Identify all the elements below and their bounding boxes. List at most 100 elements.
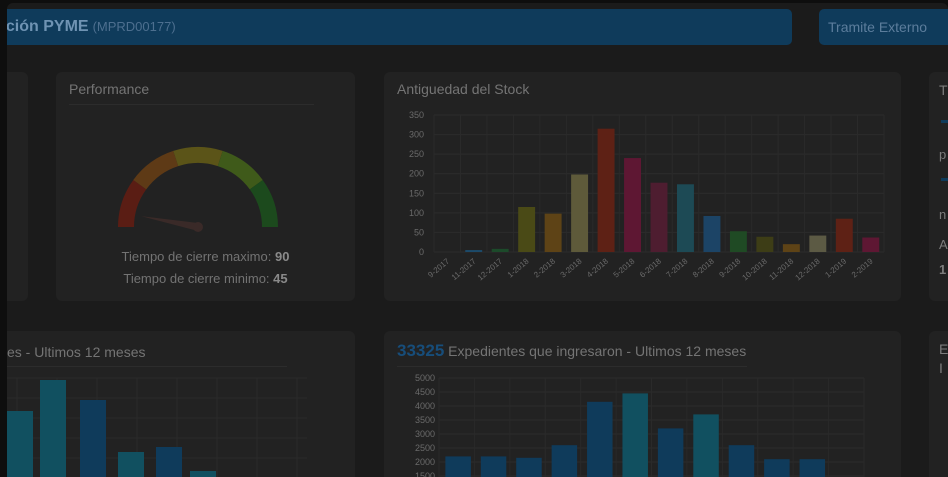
bar-10-2018 — [756, 236, 774, 252]
bar-9 — [728, 445, 755, 477]
header-bar: ación PYME(MPRD00177) — [7, 9, 792, 45]
x-tick-label: 1-2018 — [506, 256, 531, 279]
y-tick-label: 4000 — [415, 401, 435, 411]
bottom-left-bar — [80, 400, 106, 477]
x-tick-label: 9-2018 — [717, 256, 742, 279]
bar-1 — [445, 456, 471, 477]
x-tick-label: 6-2018 — [638, 256, 663, 279]
tramite-externo-button[interactable]: Tramite Externo — [819, 9, 948, 45]
x-tick-label: 1-2019 — [823, 256, 848, 279]
gauge-segment — [133, 150, 179, 190]
gauge-segment — [249, 179, 278, 227]
x-tick-label: 2-2019 — [850, 256, 875, 279]
bar-2-2019 — [862, 237, 880, 252]
x-tick-label: 12-2018 — [793, 256, 822, 282]
x-tick-label: 8-2018 — [691, 256, 716, 279]
y-tick-label: 0 — [419, 247, 424, 257]
x-tick-label: 3-2018 — [559, 256, 584, 279]
bar-4 — [551, 445, 578, 477]
y-tick-label: 1500 — [415, 471, 435, 477]
max-close-time: Tiempo de cierre maximo: 90 — [56, 249, 355, 264]
bar-4-2018 — [597, 128, 615, 252]
y-tick-label: 150 — [409, 188, 424, 198]
bottom-right-partial-card: E I — [929, 331, 948, 477]
bar-8 — [693, 414, 719, 477]
page-code: (MPRD00177) — [92, 19, 176, 34]
page-title: ación PYME(MPRD00177) — [7, 18, 176, 36]
bottom-left-card: es - Ultimos 12 meses — [7, 331, 355, 477]
y-tick-label: 300 — [409, 130, 424, 140]
performance-card: Performance Tiempo de cierre maximo: 90 … — [56, 72, 355, 301]
bar-11 — [799, 459, 826, 477]
x-tick-label: 4-2018 — [585, 256, 610, 279]
y-tick-label: 200 — [409, 169, 424, 179]
y-tick-label: 100 — [409, 208, 424, 218]
page-title-text: ación PYME — [7, 18, 89, 35]
bar-8-2018 — [703, 215, 721, 252]
gauge-segment — [173, 147, 223, 167]
right-card-text-2: n — [939, 207, 947, 222]
bottom-right-text-2: I — [939, 360, 943, 376]
y-tick-label: 4500 — [415, 387, 435, 397]
gauge-needle — [141, 216, 198, 231]
y-tick-label: 250 — [409, 149, 424, 159]
bottom-mid-chart: 1500 2000 2500 3000 3500 4000 4500 5000 — [415, 373, 865, 477]
bar-7-2018 — [677, 184, 694, 252]
bar-5-2018 — [624, 158, 641, 252]
x-tick-label: 7-2018 — [665, 256, 690, 279]
bottom-left-bar — [190, 471, 216, 477]
x-tick-label: 5-2018 — [612, 256, 637, 279]
performance-gauge — [118, 147, 278, 232]
min-close-time: Tiempo de cierre minimo: 45 — [56, 271, 355, 286]
x-tick-label: 9-2017 — [426, 256, 451, 279]
max-close-label: Tiempo de cierre maximo: — [121, 249, 272, 264]
bar-7 — [657, 428, 684, 477]
bar-2 — [480, 456, 507, 477]
right-card-accent-2 — [941, 178, 948, 181]
bar-1-2019 — [835, 218, 853, 252]
bar-3-2018 — [571, 174, 589, 252]
y-tick-label: 3500 — [415, 415, 435, 425]
stock-card: Antiguedad del Stock 0 50 100 150 200 250 300 3… — [384, 72, 901, 301]
x-tick-label: 11-2017 — [450, 256, 478, 282]
bar-5 — [587, 401, 613, 477]
bottom-right-text-1: E — [939, 341, 948, 357]
bar-2-2018 — [544, 213, 562, 252]
right-card-text-3: A — [939, 237, 948, 252]
right-partial-card: T p n A 1 — [929, 72, 948, 301]
bar-12-2017 — [491, 248, 509, 252]
bar-6 — [622, 393, 648, 477]
x-tick-label: 11-2018 — [767, 256, 795, 282]
app-window: ación PYME(MPRD00177) Tramite Externo Pe… — [7, 3, 948, 477]
right-card-text-1: p — [939, 147, 947, 162]
right-card-text-4: 1 — [939, 262, 947, 277]
y-tick-label: 5000 — [415, 373, 435, 383]
gauge-segment — [217, 150, 263, 190]
min-close-value: 45 — [273, 271, 288, 286]
right-card-title: T — [939, 82, 948, 98]
max-close-value: 90 — [274, 249, 290, 264]
bar-11-2018 — [782, 244, 800, 252]
bottom-left-bar — [40, 380, 66, 477]
y-tick-label: 2500 — [415, 443, 435, 453]
bottom-mid-card: 33325 Expedientes que ingresaron - Ultim… — [384, 331, 901, 477]
x-tick-label: 12-2017 — [476, 256, 505, 282]
stock-chart: 0501001502002503003509-201711-201712-201… — [409, 110, 885, 282]
y-tick-label: 350 — [409, 110, 424, 120]
right-card-accent — [941, 120, 948, 123]
x-tick-label: 2-2018 — [532, 256, 557, 279]
bar-6-2018 — [650, 182, 668, 252]
tramite-externo-label: Tramite Externo — [828, 19, 928, 35]
bar-12-2018 — [809, 235, 827, 252]
y-tick-label: 50 — [414, 227, 424, 237]
gauge-segment — [118, 179, 147, 227]
bottom-left-bar — [156, 447, 182, 477]
y-tick-label: 3000 — [415, 429, 435, 439]
gauge-needle-hub — [193, 222, 203, 232]
bottom-left-bar — [7, 411, 33, 477]
bottom-left-bar — [118, 452, 144, 477]
x-tick-label: 10-2018 — [741, 256, 770, 282]
bar-3 — [516, 457, 542, 477]
y-tick-label: 2000 — [415, 457, 435, 467]
bar-1-2018 — [518, 206, 536, 252]
